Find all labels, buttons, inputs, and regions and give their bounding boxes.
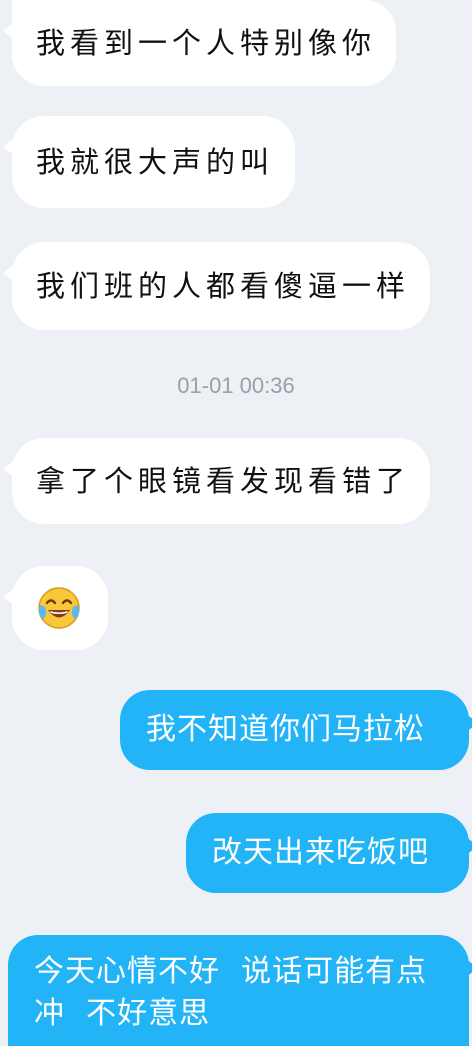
incoming-message-bubble[interactable]: 我看到一个人特别像你 <box>3 0 396 86</box>
outgoing-message-bubble[interactable]: 改天出来吃饭吧 <box>186 813 472 893</box>
message-text: 拿了个眼镜看发现看错了 <box>36 464 411 498</box>
message-text: 改天出来吃饭吧 <box>212 835 429 870</box>
incoming-message-bubble[interactable]: 我们班的人都看傻逼一样 <box>3 242 430 330</box>
chat-thread[interactable]: 我看到一个人特别像你 我就很大声的叫 我们班的人都看傻逼一样 01-01 00:… <box>0 0 472 1046</box>
incoming-message-bubble[interactable]: 我就很大声的叫 <box>3 116 295 208</box>
message-timestamp: 01-01 00:36 <box>177 373 295 398</box>
incoming-message-bubble[interactable]: 拿了个眼镜看发现看错了 <box>3 438 430 524</box>
face-with-tears-of-joy-icon <box>38 587 80 629</box>
message-text: 我们班的人都看傻逼一样 <box>36 269 411 303</box>
message-text: 今天心情不好 说话可能有点冲 不好意思 <box>34 954 428 1031</box>
incoming-emoji-bubble[interactable] <box>3 566 108 650</box>
message-text: 我看到一个人特别像你 <box>36 26 377 60</box>
outgoing-message-bubble[interactable]: 今天心情不好 说话可能有点冲 不好意思 <box>8 935 472 1046</box>
message-text: 我不知道你们马拉松 <box>146 712 425 747</box>
outgoing-message-bubble[interactable]: 我不知道你们马拉松 <box>120 690 472 770</box>
message-text: 我就很大声的叫 <box>36 145 275 179</box>
